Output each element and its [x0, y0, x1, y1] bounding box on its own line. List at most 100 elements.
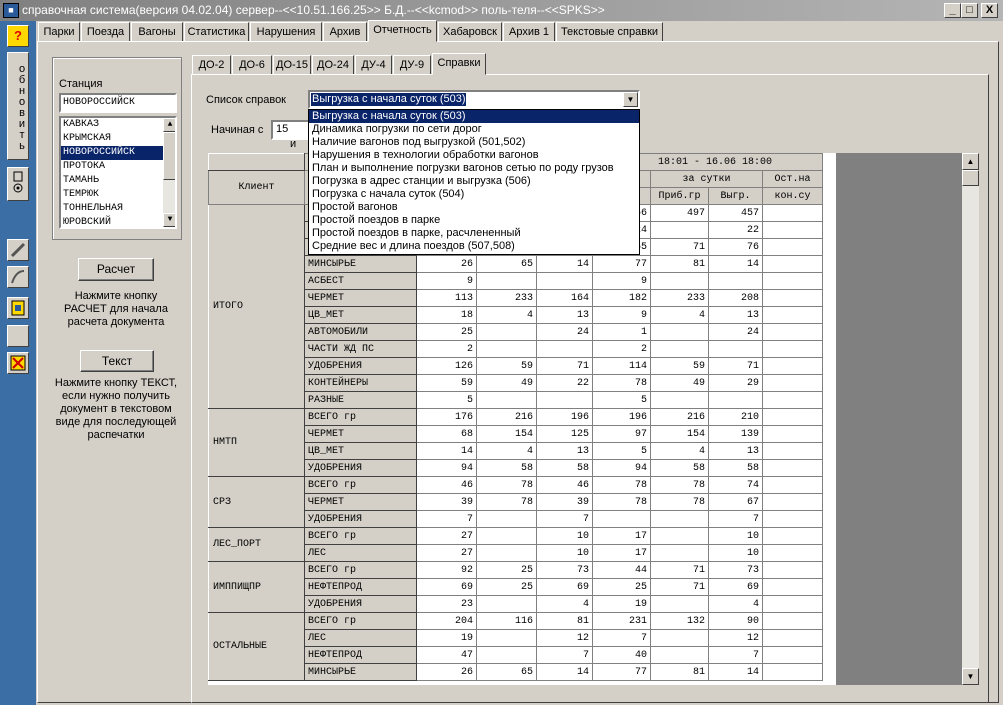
- station-list-item[interactable]: НОВОРОССИЙСК: [61, 146, 163, 160]
- report-list-option[interactable]: Простой поездов в парке: [309, 214, 639, 227]
- client-cell: ИМППИЩПР: [208, 561, 305, 613]
- main-tab[interactable]: Архив: [323, 22, 367, 42]
- value-cell: [476, 272, 537, 290]
- value-cell: [476, 340, 537, 358]
- value-cell: 22: [708, 221, 763, 239]
- value-cell: 7: [592, 629, 651, 647]
- pen-tool-button[interactable]: [7, 239, 29, 261]
- report-list-combo[interactable]: Выгрузка с начала суток (503) ▼: [308, 90, 640, 109]
- client-cell: ИТОГО: [208, 204, 305, 409]
- close-button[interactable]: X: [981, 3, 998, 18]
- value-cell: 78: [650, 476, 709, 494]
- value-cell: 59: [416, 374, 477, 392]
- value-cell: 10: [708, 544, 763, 562]
- station-list-item[interactable]: ТЕМРЮК: [61, 188, 163, 202]
- main-tab[interactable]: Текстовые справки: [556, 22, 663, 42]
- refresh-button[interactable]: обновить: [7, 52, 29, 160]
- value-cell: 65: [476, 663, 537, 681]
- start-from-input[interactable]: 15 и: [271, 120, 311, 150]
- station-list[interactable]: КАВКАЗ КРЫМСКАЯ НОВОРОССИЙСК ПРОТОКА ТАМАНЬ Т…: [59, 116, 177, 229]
- value-cell: 233: [476, 289, 537, 307]
- report-list-option[interactable]: Динамика погрузки по сети дорог: [309, 123, 639, 136]
- value-cell: 76: [708, 238, 763, 256]
- calc-button[interactable]: Расчет: [78, 258, 154, 281]
- tools-button[interactable]: [7, 352, 29, 374]
- value-cell: [762, 408, 823, 426]
- grid-vertical-scrollbar[interactable]: ▲ ▼: [962, 153, 979, 685]
- curve-tool-button[interactable]: [7, 266, 29, 288]
- grid-scroll-thumb[interactable]: [962, 170, 979, 186]
- cargo-cell: ЛЕС: [304, 544, 417, 562]
- value-cell: 210: [708, 408, 763, 426]
- report-tab[interactable]: ДО-6: [232, 55, 272, 75]
- main-tab[interactable]: Статистика: [184, 22, 249, 42]
- value-cell: [536, 391, 593, 409]
- report-list-option[interactable]: Простой вагонов: [309, 201, 639, 214]
- export-tool-button[interactable]: [7, 297, 29, 319]
- station-list-item[interactable]: КРЫМСКАЯ: [61, 132, 163, 146]
- value-cell: [650, 391, 709, 409]
- value-cell: 81: [650, 255, 709, 273]
- value-cell: [762, 544, 823, 562]
- lock-tool-button[interactable]: [7, 167, 29, 201]
- cargo-cell: АВТОМОБИЛИ: [304, 323, 417, 341]
- station-list-item[interactable]: ТАМАНЬ: [61, 174, 163, 188]
- main-tab[interactable]: Вагоны: [131, 22, 183, 42]
- report-list-option[interactable]: Простой поездов в парке, расчлененный: [309, 227, 639, 240]
- report-list-option[interactable]: Средние вес и длина поездов (507,508): [309, 240, 639, 253]
- main-tab[interactable]: Нарушения: [250, 22, 322, 42]
- main-tab[interactable]: Архив 1: [503, 22, 555, 42]
- value-cell: 78: [592, 476, 651, 494]
- station-list-item[interactable]: ЮРОВСКИЙ: [61, 216, 163, 227]
- report-list-option[interactable]: Погрузка с начала суток (504): [309, 188, 639, 201]
- report-tab[interactable]: ДУ-9: [393, 55, 431, 75]
- chevron-down-icon[interactable]: ▼: [623, 92, 638, 107]
- report-list-option[interactable]: План и выполнение погрузки вагонов сетью…: [309, 162, 639, 175]
- maximize-button[interactable]: □: [961, 3, 978, 18]
- day-header: за сутки: [650, 170, 763, 188]
- cargo-cell: ЧЕРМЕТ: [304, 425, 417, 443]
- report-tab[interactable]: ДО-2: [192, 55, 231, 75]
- value-cell: 2: [592, 340, 651, 358]
- minimize-button[interactable]: _: [944, 3, 961, 18]
- station-list-item[interactable]: ПРОТОКА: [61, 160, 163, 174]
- report-tab[interactable]: ДО-24: [312, 55, 354, 75]
- cargo-cell: ЧЕРМЕТ: [304, 289, 417, 307]
- main-tab[interactable]: Отчетность: [368, 20, 437, 42]
- main-tab[interactable]: Поезда: [81, 22, 130, 42]
- cargo-cell: УДОБРЕНИЯ: [304, 510, 417, 528]
- report-list-option[interactable]: Выгрузка с начала суток (503): [309, 110, 639, 123]
- station-list-scrollbar[interactable]: ▲ ▼: [163, 118, 175, 227]
- window-title: справочная система(версия 04.02.04) серв…: [22, 3, 605, 17]
- text-button[interactable]: Текст: [80, 350, 154, 372]
- station-list-item[interactable]: КАВКАЗ: [61, 118, 163, 132]
- blank-tool-button[interactable]: [7, 325, 29, 347]
- value-cell: [762, 425, 823, 443]
- grid-scroll-down-button[interactable]: ▼: [962, 668, 979, 685]
- station-scroll-up-button[interactable]: ▲: [163, 118, 175, 132]
- report-tab[interactable]: ДУ-4: [355, 55, 392, 75]
- value-cell: 4: [536, 595, 593, 613]
- main-tab[interactable]: Хабаровск: [438, 22, 502, 42]
- report-list-option[interactable]: Нарушения в технологии обработки вагонов: [309, 149, 639, 162]
- value-cell: [476, 646, 537, 664]
- report-tab[interactable]: ДО-15: [273, 55, 311, 75]
- main-tab[interactable]: Парки: [38, 22, 80, 42]
- value-cell: [762, 612, 823, 630]
- value-cell: 25: [476, 578, 537, 596]
- station-scroll-thumb[interactable]: [163, 132, 175, 180]
- report-list-option[interactable]: Погрузка в адрес станции и выгрузка (506…: [309, 175, 639, 188]
- cargo-cell: ЧЕРМЕТ: [304, 493, 417, 511]
- value-cell: 26: [416, 255, 477, 273]
- help-button[interactable]: ?: [7, 25, 29, 47]
- station-scroll-down-button[interactable]: ▼: [163, 213, 175, 227]
- report-tab[interactable]: Справки: [432, 53, 486, 75]
- cargo-cell: НЕФТЕПРОД: [304, 646, 417, 664]
- report-list-option[interactable]: Наличие вагонов под выгрузкой (501,502): [309, 136, 639, 149]
- value-cell: 29: [708, 374, 763, 392]
- station-list-item[interactable]: ТОННЕЛЬНАЯ: [61, 202, 163, 216]
- sub-header: Выгр.: [708, 187, 763, 205]
- station-input[interactable]: НОВОРОССИЙСК: [59, 93, 177, 113]
- grid-scroll-up-button[interactable]: ▲: [962, 153, 979, 170]
- app-icon[interactable]: ■: [3, 3, 19, 18]
